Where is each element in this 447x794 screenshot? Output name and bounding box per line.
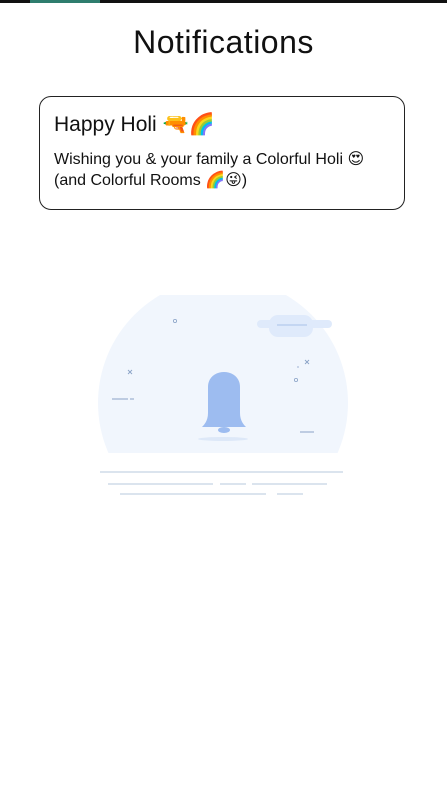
bell-shadow xyxy=(198,437,248,441)
notification-body: Wishing you & your family a Colorful Hol… xyxy=(54,151,365,189)
notification-title: Happy Holi 🔫🌈 xyxy=(54,113,215,136)
bell-clapper xyxy=(218,427,230,433)
notification-card[interactable]: Happy Holi 🔫🌈 Wishing you & your family … xyxy=(39,96,405,210)
empty-notifications-illustration xyxy=(95,278,350,528)
page-title: Notifications xyxy=(133,24,314,60)
status-bar-accent xyxy=(30,0,100,3)
